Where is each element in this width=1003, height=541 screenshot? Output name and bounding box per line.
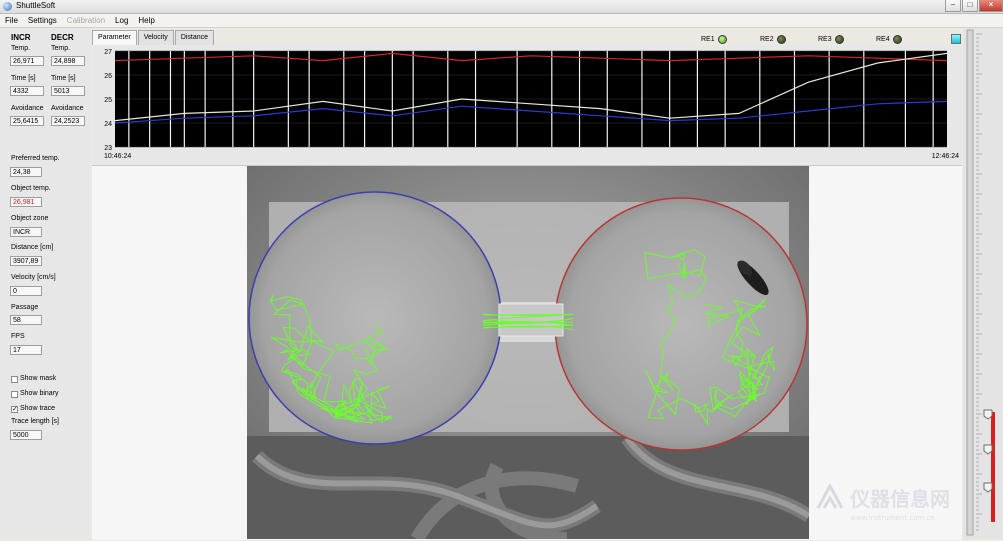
- indicator-re4: RE4: [876, 34, 902, 44]
- indicator-re2-lamp-icon: [776, 34, 786, 44]
- passage-field[interactable]: 58: [10, 315, 42, 325]
- object-zone-label: Object zone: [11, 215, 49, 222]
- fps-field[interactable]: 17: [10, 345, 42, 355]
- decr-avoidance-label: Avoidance: [51, 105, 84, 112]
- title-bar: ShuttleSoft – □ ×: [0, 0, 1003, 14]
- tab-strip: Parameter Velocity Distance: [92, 30, 215, 45]
- chart-y-tick-label: 24: [104, 121, 112, 128]
- watermark-logo-icon: [816, 482, 844, 509]
- indicator-re4-label: RE4: [876, 35, 890, 43]
- velocity-label: Velocity [cm/s]: [11, 274, 56, 281]
- chart-y-tick-label: 27: [104, 49, 112, 56]
- left-arena: [248, 191, 502, 445]
- decr-header: DECR: [51, 33, 74, 42]
- tab-parameter[interactable]: Parameter: [92, 30, 137, 45]
- indicator-re1-label: RE1: [701, 35, 715, 43]
- velocity-field[interactable]: 0: [10, 286, 42, 296]
- show-trace-checkbox[interactable]: ✓: [11, 406, 18, 413]
- chart-y-tick-label: 26: [104, 73, 112, 80]
- window-controls: – □ ×: [944, 0, 1003, 12]
- distance-field[interactable]: 3907,89: [10, 256, 42, 266]
- indicator-re1-lamp-icon: [717, 34, 727, 44]
- right-slider-panel: [963, 28, 1003, 539]
- watermark-text: 仪器信息网: [849, 487, 950, 511]
- menu-help[interactable]: Help: [133, 14, 159, 27]
- chart-y-tick-label: 23: [104, 145, 112, 152]
- watermark: 仪器信息网 www.instrument.com.cn: [812, 478, 992, 528]
- decr-temp-field[interactable]: 24,898: [51, 56, 85, 66]
- object-zone-field[interactable]: INCR: [10, 227, 42, 237]
- menu-log[interactable]: Log: [110, 14, 133, 27]
- indicator-re4-lamp-icon: [892, 34, 902, 44]
- chart-x-tick-label: 12:46:24: [932, 153, 959, 160]
- corridor-window: [498, 303, 564, 337]
- distance-label: Distance [cm]: [11, 244, 54, 251]
- close-button[interactable]: ×: [979, 0, 1003, 12]
- tab-distance[interactable]: Distance: [174, 30, 215, 45]
- parameter-panel: INCR DECR Temp. Temp. 26,971 24,898 Time…: [0, 28, 91, 539]
- show-binary-label: Show binary: [20, 390, 59, 397]
- indicator-re3-lamp-icon: [834, 34, 844, 44]
- incr-time-field[interactable]: 4332: [10, 86, 44, 96]
- vertical-slider[interactable]: [963, 28, 1003, 539]
- status-square-icon[interactable]: [951, 34, 961, 44]
- window-title: ShuttleSoft: [16, 1, 56, 10]
- corridor-trace: [482, 314, 574, 316]
- watermark-subtext: www.instrument.com.cn: [850, 514, 935, 522]
- indicator-re2: RE2: [760, 34, 786, 44]
- minimize-button[interactable]: –: [945, 0, 961, 12]
- maximize-button[interactable]: □: [962, 0, 978, 12]
- preferred-temp-field[interactable]: 24,38: [10, 167, 42, 177]
- object-temp-label: Object temp.: [11, 185, 51, 192]
- show-mask-label: Show mask: [20, 375, 57, 382]
- incr-avoidance-field[interactable]: 25,6415: [10, 116, 44, 126]
- slider-thumb-middle[interactable]: [983, 444, 993, 455]
- fps-label: FPS: [11, 333, 25, 340]
- menu-file[interactable]: File: [0, 14, 23, 27]
- incr-header: INCR: [11, 33, 31, 42]
- show-binary-checkbox[interactable]: [11, 391, 18, 398]
- right-arena: [554, 197, 808, 451]
- indicator-re1: RE1: [701, 34, 727, 44]
- object-temp-field[interactable]: 26,981: [10, 197, 42, 207]
- temperature-chart-svg: 23 24 25 26 27 10:46:24 12:46:24: [104, 49, 959, 160]
- incr-temp-label: Temp.: [11, 45, 31, 52]
- slider-thumb-top[interactable]: [983, 409, 993, 420]
- tab-velocity[interactable]: Velocity: [137, 30, 174, 45]
- trace-length-field[interactable]: 5000: [10, 430, 42, 440]
- temperature-chart: 23 24 25 26 27 10:46:24 12:46:24: [92, 45, 962, 163]
- menu-bar: File Settings Calibration Log Help: [0, 14, 1003, 28]
- decr-avoidance-field[interactable]: 24,2523: [51, 116, 85, 126]
- menu-calibration: Calibration: [66, 16, 106, 25]
- camera-view: [247, 166, 809, 539]
- show-mask-checkbox[interactable]: [11, 376, 18, 383]
- trace-length-label: Trace length [s]: [11, 418, 59, 425]
- indicator-re2-label: RE2: [760, 35, 774, 43]
- incr-time-label: Time [s]: [11, 75, 36, 82]
- menu-settings[interactable]: Settings: [23, 14, 62, 27]
- indicator-re3: RE3: [818, 34, 844, 44]
- incr-temp-field[interactable]: 26,971: [10, 56, 44, 66]
- slider-ticks: [976, 33, 982, 531]
- passage-label: Passage: [11, 304, 39, 311]
- chart-x-tick-label: 10:46:24: [104, 153, 131, 160]
- chart-y-tick-label: 25: [104, 97, 112, 104]
- incr-avoidance-label: Avoidance: [11, 105, 44, 112]
- decr-temp-label: Temp.: [51, 45, 71, 52]
- decr-time-field[interactable]: 5013: [51, 86, 85, 96]
- app-icon: [3, 2, 12, 11]
- show-trace-label: Show trace: [20, 405, 56, 412]
- decr-time-label: Time [s]: [51, 75, 76, 82]
- indicator-re3-label: RE3: [818, 35, 832, 43]
- preferred-temp-label: Preferred temp.: [11, 155, 60, 162]
